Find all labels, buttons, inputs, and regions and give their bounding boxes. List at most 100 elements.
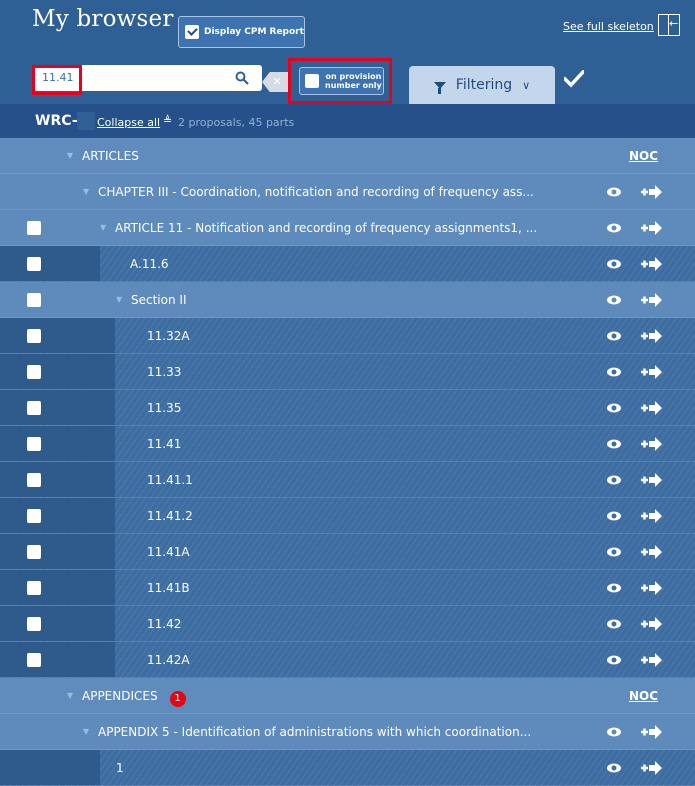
row-checkbox[interactable] bbox=[27, 221, 41, 235]
eye-icon[interactable] bbox=[606, 509, 622, 523]
tree-row-chapter[interactable]: ▼ CHAPTER III - Coordination, notificati… bbox=[0, 174, 695, 210]
eye-icon[interactable] bbox=[606, 761, 622, 775]
filtering-dropdown[interactable]: Filtering ∨ bbox=[409, 66, 555, 104]
add-arrow-icon[interactable] bbox=[640, 545, 662, 559]
tree-row-articles[interactable]: ▼ ARTICLES NOC bbox=[0, 138, 695, 174]
provision-row[interactable]: 11.41A bbox=[0, 534, 695, 570]
row-checkbox[interactable] bbox=[27, 617, 41, 631]
eye-icon[interactable] bbox=[606, 545, 622, 559]
add-arrow-icon[interactable] bbox=[640, 509, 662, 523]
noc-link[interactable]: NOC bbox=[629, 689, 658, 703]
on-provision-number-only-toggle[interactable]: on provision number only bbox=[299, 67, 384, 95]
add-arrow-icon[interactable] bbox=[640, 653, 662, 667]
add-arrow-icon[interactable] bbox=[640, 329, 662, 343]
provision-row[interactable]: 11.32A bbox=[0, 318, 695, 354]
eye-icon[interactable] bbox=[606, 581, 622, 595]
provision-row[interactable]: 11.33 bbox=[0, 354, 695, 390]
tree-row-appendix-item[interactable]: 1 bbox=[0, 750, 695, 786]
indent-gutter bbox=[0, 498, 115, 533]
row-checkbox[interactable] bbox=[27, 365, 41, 379]
provision-label: 11.42A bbox=[147, 653, 190, 667]
noc-link[interactable]: NOC bbox=[629, 149, 658, 163]
search-icon[interactable] bbox=[235, 71, 249, 85]
caret-down-icon[interactable]: ▼ bbox=[67, 691, 73, 700]
eye-icon[interactable] bbox=[606, 617, 622, 631]
article-11-label: ARTICLE 11 - Notification and recording … bbox=[115, 221, 538, 235]
row-checkbox[interactable] bbox=[27, 509, 41, 523]
provision-row[interactable]: 11.42 bbox=[0, 606, 695, 642]
caret-down-icon[interactable]: ▼ bbox=[83, 187, 89, 196]
apply-filter-check-icon[interactable] bbox=[564, 70, 584, 88]
provision-label: 11.41.1 bbox=[147, 473, 193, 487]
appendix-5-label: APPENDIX 5 - Identification of administr… bbox=[98, 725, 532, 739]
indent-gutter bbox=[0, 606, 115, 641]
wrc-bar: WRC- Collapse all ≜ 2 proposals, 45 part… bbox=[0, 104, 695, 138]
provision-row[interactable]: 11.42A bbox=[0, 642, 695, 678]
caret-down-icon[interactable]: ▼ bbox=[116, 295, 122, 304]
add-arrow-icon[interactable] bbox=[640, 293, 662, 307]
provision-row[interactable]: 11.41B bbox=[0, 570, 695, 606]
appendix-item-label: 1 bbox=[116, 761, 124, 775]
add-arrow-icon[interactable] bbox=[640, 581, 662, 595]
tree-row-appendix-5[interactable]: ▼ APPENDIX 5 - Identification of adminis… bbox=[0, 714, 695, 750]
eye-icon[interactable] bbox=[606, 473, 622, 487]
appendices-text: APPENDICES bbox=[82, 689, 158, 703]
provision-tree: ▼ ARTICLES NOC ▼ CHAPTER III - Coordinat… bbox=[0, 138, 695, 786]
provision-row[interactable]: 11.41.2 bbox=[0, 498, 695, 534]
checkbox-checked-icon bbox=[185, 25, 199, 39]
add-arrow-icon[interactable] bbox=[640, 761, 662, 775]
row-checkbox[interactable] bbox=[27, 581, 41, 595]
provision-label: 11.33 bbox=[147, 365, 182, 379]
collapse-all-link[interactable]: Collapse all bbox=[97, 116, 160, 129]
add-arrow-icon[interactable] bbox=[640, 725, 662, 739]
provision-row[interactable]: 11.35 bbox=[0, 390, 695, 426]
eye-icon[interactable] bbox=[606, 329, 622, 343]
eye-icon[interactable] bbox=[606, 725, 622, 739]
provision-row[interactable]: 11.41.1 bbox=[0, 462, 695, 498]
provision-row[interactable]: 11.41 bbox=[0, 426, 695, 462]
row-checkbox[interactable] bbox=[27, 401, 41, 415]
search-value-highlight bbox=[32, 65, 82, 95]
tree-row-section-ii[interactable]: ▼ Section II bbox=[0, 282, 695, 318]
eye-icon[interactable] bbox=[606, 401, 622, 415]
add-arrow-icon[interactable] bbox=[640, 401, 662, 415]
collapse-up-icon[interactable]: ≜ bbox=[163, 114, 172, 127]
eye-icon[interactable] bbox=[606, 257, 622, 271]
eye-icon[interactable] bbox=[606, 365, 622, 379]
row-checkbox[interactable] bbox=[27, 473, 41, 487]
caret-down-icon[interactable]: ▼ bbox=[83, 727, 89, 736]
articles-label: ARTICLES bbox=[82, 149, 139, 163]
caret-down-icon[interactable]: ▼ bbox=[67, 151, 73, 160]
add-arrow-icon[interactable] bbox=[640, 365, 662, 379]
tree-row-appendices[interactable]: ▼ APPENDICES 1 NOC bbox=[0, 678, 695, 714]
add-arrow-icon[interactable] bbox=[640, 185, 662, 199]
collapse-panel-icon[interactable] bbox=[658, 14, 680, 36]
eye-icon[interactable] bbox=[606, 437, 622, 451]
notification-badge: 1 bbox=[169, 691, 186, 707]
add-arrow-icon[interactable] bbox=[640, 437, 662, 451]
eye-icon[interactable] bbox=[606, 185, 622, 199]
tree-row-a-11-6[interactable]: A.11.6 bbox=[0, 246, 695, 282]
add-arrow-icon[interactable] bbox=[640, 473, 662, 487]
row-checkbox[interactable] bbox=[27, 329, 41, 343]
row-checkbox[interactable] bbox=[27, 257, 41, 271]
provision-label: 11.42 bbox=[147, 617, 182, 631]
caret-down-icon[interactable]: ▼ bbox=[100, 223, 106, 232]
eye-icon[interactable] bbox=[606, 221, 622, 235]
eye-icon[interactable] bbox=[606, 653, 622, 667]
see-full-skeleton-link[interactable]: See full skeleton bbox=[563, 20, 654, 33]
clear-search-icon[interactable]: ✕ bbox=[262, 72, 288, 92]
add-arrow-icon[interactable] bbox=[640, 221, 662, 235]
add-arrow-icon[interactable] bbox=[640, 617, 662, 631]
tree-row-article-11[interactable]: ▼ ARTICLE 11 - Notification and recordin… bbox=[0, 210, 695, 246]
row-checkbox[interactable] bbox=[27, 293, 41, 307]
row-checkbox[interactable] bbox=[27, 653, 41, 667]
eye-icon[interactable] bbox=[606, 293, 622, 307]
row-checkbox[interactable] bbox=[27, 437, 41, 451]
row-checkbox[interactable] bbox=[27, 545, 41, 559]
on-provision-label-line2: number only bbox=[325, 81, 382, 90]
chevron-down-icon: ∨ bbox=[522, 78, 531, 92]
display-cpm-report-toggle[interactable]: Display CPM Report bbox=[178, 16, 305, 48]
provision-label: 11.35 bbox=[147, 401, 182, 415]
add-arrow-icon[interactable] bbox=[640, 257, 662, 271]
